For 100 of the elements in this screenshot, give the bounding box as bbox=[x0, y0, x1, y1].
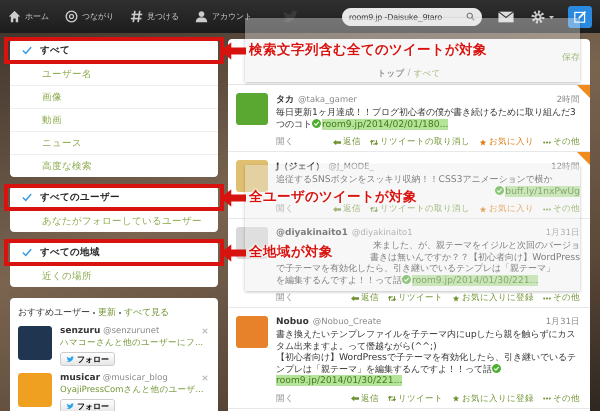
user-handle: @musicar_blog bbox=[102, 373, 168, 383]
favorite-action[interactable]: お気に入りに登録 bbox=[452, 392, 534, 404]
tweet-text: を編集するんですよ！！って話 room9.jp/2014/01/30/221... bbox=[276, 274, 538, 286]
annotation-text: 検索文字列含む全てのツイートが対象 bbox=[249, 44, 487, 58]
reply-action[interactable]: 返信 bbox=[351, 392, 379, 404]
favorite-action[interactable]: お気に入りに登録 bbox=[452, 292, 534, 304]
retweet-action[interactable]: リツイート bbox=[388, 392, 443, 404]
filter-item[interactable]: ニュース bbox=[10, 131, 218, 154]
tweet-link[interactable]: buff.ly/1nxPwUg bbox=[505, 186, 580, 196]
annotation-text: 全地域が対象 bbox=[249, 246, 333, 260]
compose-button[interactable] bbox=[568, 6, 592, 28]
user-handle: @senzurunet bbox=[103, 326, 160, 336]
filter-item[interactable]: 動画 bbox=[10, 108, 218, 131]
filter-item[interactable]: 画像 bbox=[10, 85, 218, 108]
refresh-link[interactable]: 更新 bbox=[98, 306, 116, 319]
timeline-tab[interactable]: すべて bbox=[413, 68, 440, 80]
reply-icon bbox=[333, 138, 341, 146]
hashtag-icon bbox=[130, 10, 143, 23]
favorite-action[interactable]: お気に入り bbox=[479, 203, 534, 215]
annotation-text: 全ユーザのツイートが対象 bbox=[249, 190, 417, 204]
separator-dot bbox=[93, 312, 95, 314]
nav-link[interactable]: 見つける bbox=[130, 10, 179, 23]
retweet-action[interactable]: リツイートの取り消し bbox=[370, 203, 470, 215]
separator-dot bbox=[119, 312, 121, 314]
filter-item[interactable]: 近くの場所 bbox=[10, 264, 218, 287]
more-action[interactable]: その他 bbox=[543, 136, 580, 148]
reply-action[interactable]: 返信 bbox=[333, 203, 361, 215]
check-circle-icon bbox=[402, 274, 411, 284]
tweet-link[interactable]: room9.jp/2014/01/30/221... bbox=[276, 375, 402, 386]
star-icon bbox=[452, 395, 460, 402]
at-icon bbox=[65, 10, 78, 23]
search-icon bbox=[466, 12, 475, 21]
person-icon bbox=[195, 10, 208, 23]
follow-button[interactable]: フォロー bbox=[60, 352, 115, 366]
more-action[interactable]: その他 bbox=[543, 292, 580, 304]
home-icon bbox=[8, 10, 21, 23]
checkmark-icon bbox=[22, 193, 32, 202]
more-action[interactable]: その他 bbox=[543, 392, 580, 404]
reply-icon bbox=[351, 294, 359, 302]
more-icon bbox=[543, 395, 551, 402]
reply-icon bbox=[333, 206, 341, 212]
reply-action[interactable]: 返信 bbox=[351, 292, 379, 304]
check-circle-icon bbox=[492, 364, 501, 372]
tweet-text: 書き換えたいテンプレファイルを子テーマ内にupしたら親を触らずにカスタム出来ますよ。って僭越ながら(^^;) bbox=[276, 329, 577, 352]
mail-icon[interactable] bbox=[498, 10, 514, 22]
tab-separator: / bbox=[408, 68, 410, 80]
open-action[interactable]: 開く bbox=[276, 392, 294, 404]
compose-icon bbox=[574, 10, 586, 23]
more-icon bbox=[543, 138, 551, 146]
star-icon bbox=[479, 138, 487, 146]
nav-link[interactable]: アカウント bbox=[195, 10, 252, 23]
retweet-icon bbox=[370, 138, 378, 146]
search-field[interactable]: room9.jp -Daisuke_9taro bbox=[342, 8, 482, 26]
favorite-action[interactable]: お気に入り bbox=[479, 136, 534, 148]
filter-item[interactable]: ユーザー名 bbox=[10, 62, 218, 85]
tweet-text: 毎日更新1ヶ月達成！！ブログ初心者の僕が書き続けるために取り組んだ3つのコト room9.jp/2014/02/01/180... bbox=[276, 107, 577, 130]
user-handle: @J_MODE_ bbox=[328, 162, 374, 172]
settings-icon[interactable] bbox=[530, 8, 556, 24]
retweet-action[interactable]: リツイートの取り消し bbox=[370, 136, 470, 148]
checkmark-icon bbox=[22, 46, 32, 55]
user-name: タカ bbox=[276, 94, 294, 106]
follow-context: OyajiPressComさんと他のユーザ... bbox=[60, 384, 204, 396]
tweet-time: 1月31日 bbox=[546, 227, 580, 239]
filter-item[interactable]: あなたがフォローしているユーザー bbox=[10, 209, 218, 232]
open-action[interactable]: 開く bbox=[276, 203, 294, 215]
ribbon-icon bbox=[577, 152, 590, 165]
retweet-icon bbox=[388, 294, 396, 302]
ribbon-icon bbox=[577, 85, 590, 98]
user-handle: @taka_gamer bbox=[298, 95, 357, 105]
more-action[interactable]: その他 bbox=[543, 203, 580, 215]
view-all-link[interactable]: すべて見る bbox=[124, 306, 169, 319]
star-icon bbox=[479, 206, 487, 212]
user-handle: @diyakinaito1 bbox=[352, 228, 413, 238]
section-title: おすすめユーザー bbox=[18, 307, 90, 319]
open-action[interactable]: 開く bbox=[276, 136, 294, 148]
tweet-text: 追従するSNSボタンをスッキリ収納！！CSS3アニメーションで横か bbox=[276, 174, 552, 186]
retweet-icon bbox=[388, 395, 396, 402]
filter-item[interactable]: 高度な検索 bbox=[10, 154, 218, 177]
tweet-link[interactable]: room9.jp/2014/02/01/180... bbox=[322, 118, 448, 130]
open-action[interactable]: 開く bbox=[276, 292, 294, 304]
user-name: musicar bbox=[60, 373, 100, 383]
reply-action[interactable]: 返信 bbox=[333, 136, 361, 148]
timeline-tab[interactable]: トップ bbox=[378, 68, 405, 80]
tweet-text: で子テーマを有効化したら、引き継いでいるテンプレは「親テーマ」 bbox=[276, 263, 555, 274]
star-icon bbox=[452, 294, 460, 302]
save-link[interactable]: 保存 bbox=[562, 51, 580, 64]
nav-link[interactable]: つながり bbox=[65, 10, 114, 23]
reply-icon bbox=[351, 395, 359, 402]
nav-link[interactable]: ホーム bbox=[8, 10, 49, 23]
tweet-time: 2時間 bbox=[556, 94, 580, 106]
follow-button[interactable]: フォロー bbox=[60, 399, 115, 411]
tweet-text: 書きは無いんですか？？【初心者向け】WordPress bbox=[370, 252, 580, 263]
tweet-time: 1月31日 bbox=[546, 316, 580, 328]
retweet-action[interactable]: リツイート bbox=[388, 292, 443, 304]
checkmark-icon bbox=[22, 248, 32, 257]
check-circle-icon bbox=[312, 118, 321, 128]
check-circle-icon bbox=[495, 186, 504, 194]
tweet-link[interactable]: room9.jp/2014/01/30/221... bbox=[412, 274, 538, 286]
user-name: Nobuo bbox=[276, 317, 309, 327]
bird-icon bbox=[66, 356, 75, 362]
